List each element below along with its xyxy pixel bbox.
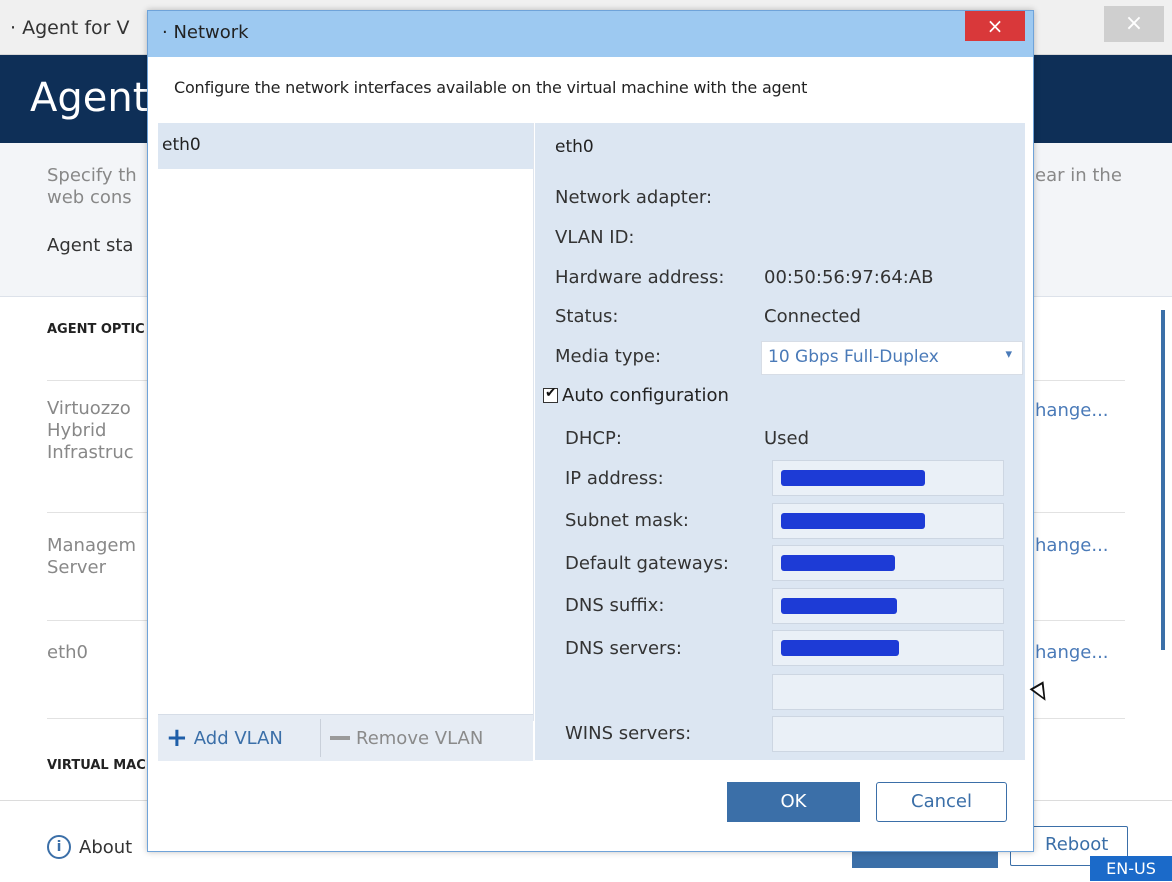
dialog-close-button[interactable]: × [965, 11, 1025, 41]
subnet-mask-label: Subnet mask: [565, 510, 689, 531]
cancel-button[interactable]: Cancel [876, 782, 1007, 822]
chevron-down-icon: ▾ [1005, 347, 1012, 362]
dns-servers-field-2[interactable] [772, 674, 1004, 710]
add-vlan-label: Add VLAN [193, 727, 283, 749]
ip-address-field[interactable] [772, 460, 1004, 496]
interface-item-eth0[interactable]: eth0 [158, 123, 533, 169]
redacted-value [781, 470, 925, 486]
redacted-value [781, 640, 899, 656]
remove-vlan-button[interactable]: Remove VLAN [330, 715, 483, 761]
add-vlan-button[interactable]: + Add VLAN [166, 715, 283, 761]
redacted-value [781, 513, 925, 529]
remove-vlan-label: Remove VLAN [356, 727, 484, 749]
wins-servers-field[interactable] [772, 716, 1004, 752]
auto-configuration-checkbox[interactable]: Auto configuration [543, 385, 729, 406]
section-heading-virtual-machine: VIRTUAL MAC [47, 758, 146, 773]
about-label: About [79, 836, 133, 858]
details-heading: eth0 [555, 137, 594, 157]
vlan-toolbar: + Add VLAN Remove VLAN [158, 714, 533, 761]
change-link[interactable]: hange... [1035, 642, 1109, 663]
interface-item-label: eth0 [162, 135, 201, 155]
background-window-title: · Agent for V [10, 17, 130, 39]
dns-servers-field[interactable] [772, 630, 1004, 666]
redacted-value [781, 598, 897, 614]
background-scrollbar[interactable] [1161, 310, 1165, 650]
background-close-button[interactable]: × [1104, 6, 1164, 42]
background-description-right: ear in the [1035, 165, 1122, 186]
change-link[interactable]: hange... [1035, 400, 1109, 421]
status-value: Connected [764, 306, 861, 327]
background-description-left: Specify th web cons [47, 165, 137, 208]
option-row-label: Virtuozzo Hybrid Infrastruc [47, 398, 134, 463]
dialog-titlebar[interactable]: · Network × [148, 11, 1033, 57]
language-indicator[interactable]: EN-US [1090, 856, 1172, 881]
dns-suffix-label: DNS suffix: [565, 595, 665, 616]
ip-address-label: IP address: [565, 468, 664, 489]
option-row-label: Managem Server [47, 535, 137, 578]
subnet-mask-field[interactable] [772, 503, 1004, 539]
network-dialog: · Network × Configure the network interf… [147, 10, 1034, 852]
hardware-address-label: Hardware address: [555, 267, 725, 288]
dns-suffix-field[interactable] [772, 588, 1004, 624]
media-type-dropdown[interactable]: 10 Gbps Full-Duplex ▾ [761, 341, 1023, 375]
option-row-label: eth0 [47, 642, 88, 663]
default-gateways-label: Default gateways: [565, 553, 729, 574]
minus-icon [330, 736, 350, 740]
default-gateways-field[interactable] [772, 545, 1004, 581]
vlan-id-label: VLAN ID: [555, 227, 635, 248]
background-agent-status: Agent sta [47, 235, 134, 256]
redacted-value [781, 555, 895, 571]
wins-servers-label: WINS servers: [565, 723, 692, 744]
about-link[interactable]: i About [47, 835, 132, 859]
dialog-title: · Network [162, 22, 249, 43]
change-link[interactable]: hange... [1035, 535, 1109, 556]
dns-servers-label: DNS servers: [565, 638, 682, 659]
dhcp-label: DHCP: [565, 428, 622, 449]
dhcp-value: Used [764, 428, 810, 449]
interface-list: eth0 [158, 123, 534, 721]
media-type-value: 10 Gbps Full-Duplex [768, 347, 939, 367]
ok-button[interactable]: OK [727, 782, 860, 822]
interface-details-panel: eth0 Network adapter: VLAN ID: Hardware … [535, 123, 1025, 760]
checkbox-checked-icon [543, 385, 558, 403]
info-icon: i [47, 835, 71, 859]
dialog-subtitle: Configure the network interfaces availab… [174, 78, 808, 97]
toolbar-separator [320, 719, 321, 757]
network-adapter-label: Network adapter: [555, 187, 713, 208]
hardware-address-value: 00:50:56:97:64:AB [764, 267, 934, 288]
section-heading-agent-options: AGENT OPTIC [47, 322, 145, 337]
auto-configuration-label: Auto configuration [562, 385, 729, 406]
status-label: Status: [555, 306, 619, 327]
media-type-label: Media type: [555, 346, 662, 367]
plus-icon: + [166, 723, 188, 753]
